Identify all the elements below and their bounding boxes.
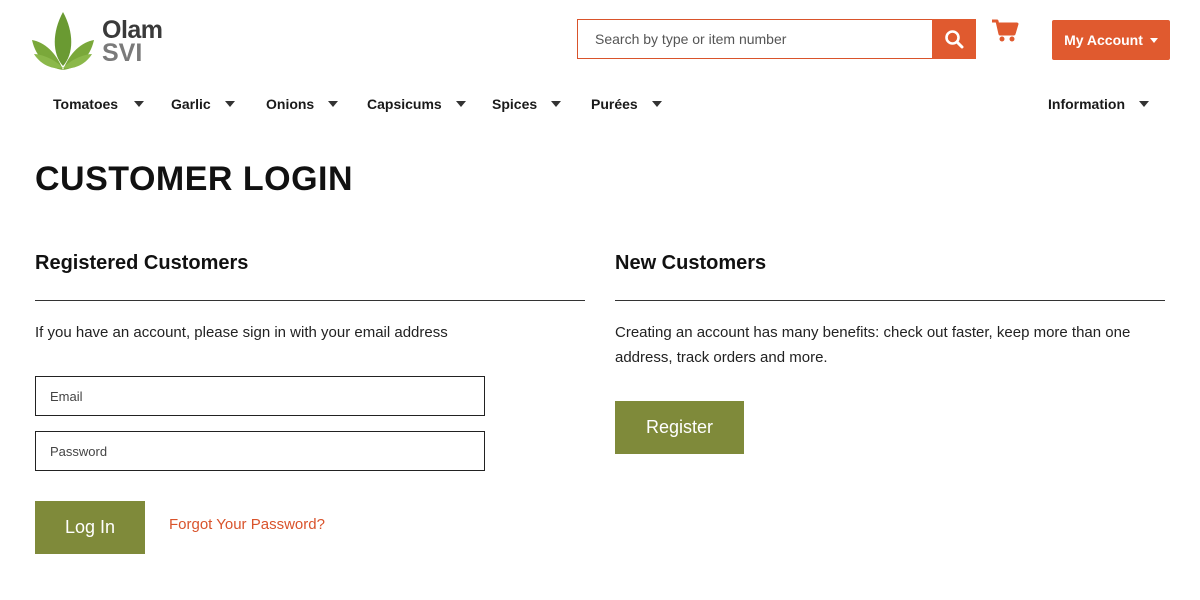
- forgot-password-link[interactable]: Forgot Your Password?: [169, 516, 325, 533]
- main-nav: Tomatoes Garlic Onions Capsicums Spices …: [0, 90, 1200, 118]
- nav-item-onions[interactable]: Onions: [266, 90, 339, 118]
- nav-item-capsicums[interactable]: Capsicums: [367, 90, 466, 118]
- my-account-button[interactable]: My Account: [1052, 20, 1170, 60]
- nav-item-purees[interactable]: Purées: [591, 90, 662, 118]
- email-field[interactable]: [35, 376, 485, 416]
- cart-button[interactable]: [991, 18, 1019, 44]
- nav-item-label: Onions: [266, 96, 315, 112]
- search-input[interactable]: [577, 19, 932, 59]
- login-button-label: Log In: [64, 517, 116, 537]
- new-customers-title: New Customers: [615, 252, 767, 274]
- nav-item-label: Tomatoes: [53, 96, 119, 112]
- register-button-label: Register: [645, 417, 714, 437]
- search-icon: [945, 30, 964, 49]
- page-title: CUSTOMER LOGIN: [35, 160, 354, 198]
- nav-item-tomatoes[interactable]: Tomatoes: [53, 90, 145, 118]
- leaf-logo-icon: [32, 12, 94, 70]
- nav-item-label: Spices: [492, 96, 538, 112]
- chevron-down-icon: [224, 101, 235, 107]
- chevron-down-icon: [1149, 37, 1158, 43]
- shopping-cart-icon: [992, 19, 1019, 42]
- new-customers-intro-text: Creating an account has many benefits: c…: [615, 324, 1131, 366]
- nav-item-label: Information: [1048, 96, 1125, 112]
- my-account-label: My Account: [1064, 32, 1143, 48]
- nav-item-label: Capsicums: [367, 96, 442, 112]
- password-field[interactable]: [35, 431, 485, 471]
- divider: [615, 300, 1165, 301]
- register-button[interactable]: Register: [615, 401, 744, 454]
- chevron-down-icon: [455, 101, 466, 107]
- nav-item-garlic[interactable]: Garlic: [171, 90, 235, 118]
- chevron-down-icon: [551, 101, 562, 107]
- nav-item-label: Purées: [591, 96, 638, 112]
- chevron-down-icon: [651, 101, 662, 107]
- chevron-down-icon: [134, 101, 145, 107]
- registered-intro-text: If you have an account, please sign in w…: [35, 324, 448, 341]
- registered-customers-title: Registered Customers: [35, 252, 249, 274]
- chevron-down-icon: [1139, 101, 1149, 107]
- nav-item-spices[interactable]: Spices: [492, 90, 562, 118]
- login-button[interactable]: Log In: [35, 501, 145, 554]
- chevron-down-icon: [328, 101, 339, 107]
- search-bar: [577, 19, 976, 59]
- divider: [35, 300, 585, 301]
- nav-item-label: Garlic: [171, 96, 211, 112]
- brand-logo[interactable]: Olam SVI: [30, 10, 190, 74]
- brand-subname: SVI: [102, 39, 143, 67]
- brand-wordmark: Olam SVI: [102, 18, 163, 66]
- search-button[interactable]: [932, 19, 976, 59]
- nav-item-information[interactable]: Information: [1048, 90, 1149, 118]
